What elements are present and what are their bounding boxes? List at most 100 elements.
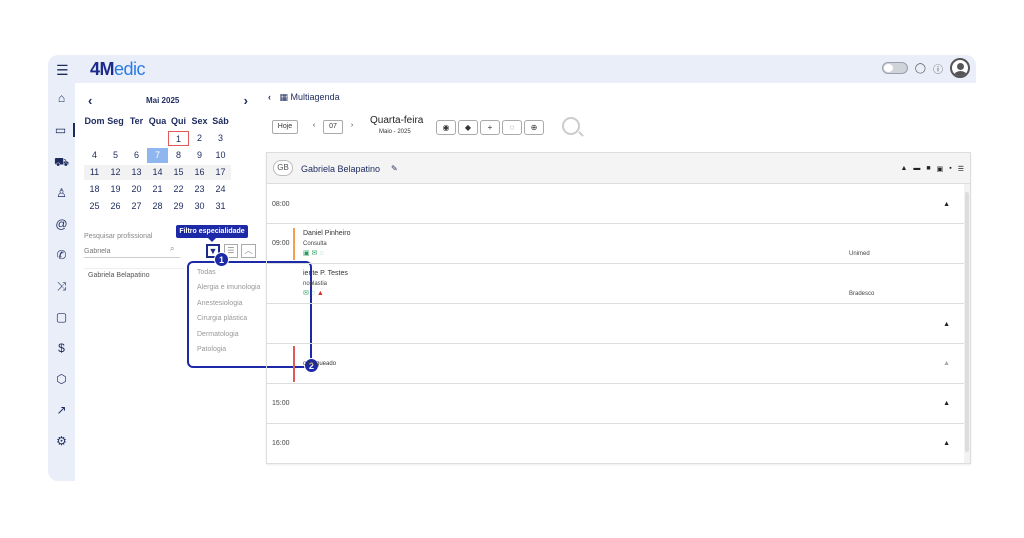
calendar-day[interactable]: 23 [189, 182, 210, 197]
edit-icon[interactable]: ✎ [391, 164, 398, 173]
back-icon[interactable]: ‹ [268, 92, 271, 102]
specialty-option[interactable]: Todas [197, 269, 216, 276]
tag-icon[interactable]: ◆ [458, 120, 478, 135]
calendar-day[interactable]: 24 [210, 182, 231, 197]
blocked-label: o bloqueado [303, 361, 337, 367]
calendar-day[interactable]: 9 [189, 148, 210, 163]
specialty-option[interactable]: Patologia [197, 346, 226, 353]
calendar-day[interactable]: 7 [147, 148, 168, 163]
menu-icon[interactable]: ☰ [56, 62, 69, 79]
calendar-day[interactable]: 12 [105, 165, 126, 180]
warning-icon[interactable]: ▲ [900, 165, 907, 173]
calendar-week: 18 19 20 21 22 23 24 [84, 181, 231, 198]
logo: 4Medic [90, 59, 146, 79]
dollar-icon[interactable]: $ [48, 341, 75, 355]
user-avatar[interactable] [950, 58, 970, 78]
prev-month-icon[interactable]: ‹ [88, 93, 92, 108]
time-slot[interactable]: ▲ [267, 304, 964, 344]
calendar-day[interactable]: 28 [147, 199, 168, 214]
lock-icon[interactable]: ▲ [943, 201, 950, 208]
time-slot[interactable]: iente P. Testes noplastia ✉ ◌ ▲ Bradesco [267, 264, 964, 304]
calendar-day[interactable]: 1 [168, 131, 189, 146]
home-icon[interactable]: ⌂ [48, 91, 75, 105]
add-icon[interactable]: + [480, 120, 500, 135]
calendar-day[interactable]: 25 [84, 199, 105, 214]
calendar-icon[interactable]: ▭ [48, 123, 75, 137]
calendar-day[interactable]: 6 [126, 148, 147, 163]
calendar-day[interactable]: 5 [105, 148, 126, 163]
calendar-day[interactable]: 26 [105, 199, 126, 214]
search-icon[interactable]: ⌕ [170, 244, 174, 254]
globe-icon[interactable]: ⊕ [524, 120, 544, 135]
chat-icon[interactable]: ◯ [915, 63, 926, 74]
box-icon[interactable]: ⬡ [48, 372, 75, 386]
print-icon[interactable]: ▬ [913, 165, 920, 173]
specialty-option[interactable]: Anestesiologia [197, 300, 243, 307]
calendar-day[interactable]: 14 [147, 165, 168, 180]
calendar-day[interactable]: 15 [168, 165, 189, 180]
car-icon[interactable]: ⛟ [48, 155, 75, 171]
patient-name[interactable]: Daniel Pinheiro [303, 230, 350, 237]
user-icon[interactable]: ♙ [48, 186, 75, 200]
calendar-day[interactable]: 17 [210, 165, 231, 180]
calendar-day[interactable]: 10 [210, 148, 231, 163]
today-button[interactable]: Hoje [272, 120, 298, 134]
collapse-button[interactable]: ︿ [241, 244, 256, 258]
calendar-day[interactable]: 22 [168, 182, 189, 197]
calendar-day[interactable]: 11 [84, 165, 105, 180]
calendar-day[interactable]: 31 [210, 199, 231, 214]
slot-time: 09:00 [272, 240, 290, 247]
theme-toggle[interactable] [881, 62, 908, 74]
specialty-option[interactable]: Dermatologia [197, 331, 239, 338]
search-icon[interactable] [562, 117, 580, 135]
calendar-day[interactable]: 29 [168, 199, 189, 214]
calendar-day[interactable]: 21 [147, 182, 168, 197]
eye-icon[interactable]: ◉ [436, 120, 456, 135]
professional-search-input[interactable] [84, 245, 180, 258]
whatsapp-icon[interactable]: ◌ [502, 120, 522, 135]
specialty-option[interactable]: Cirurgia plástica [197, 315, 247, 322]
time-slot[interactable]: o bloqueado ▲ [267, 344, 964, 384]
help-icon[interactable]: ⓘ [933, 61, 943, 76]
calendar-day[interactable]: 27 [126, 199, 147, 214]
lock-icon[interactable]: ▲ [943, 440, 950, 447]
lock-icon[interactable]: ▲ [943, 360, 950, 367]
agenda-scrollbar[interactable] [964, 184, 970, 463]
professional-name: Gabriela Belapatino [301, 164, 381, 174]
lock-icon[interactable]: ■ [926, 165, 930, 173]
next-month-icon[interactable]: › [244, 93, 248, 108]
list-icon[interactable]: ☰ [958, 165, 964, 173]
shuffle-icon[interactable]: ⤨ [48, 279, 75, 294]
chart-icon[interactable]: ↗ [48, 403, 75, 417]
at-icon[interactable]: @ [48, 217, 75, 231]
specialty-option[interactable]: Alergia e imunologia [197, 284, 260, 291]
next-day-icon[interactable]: › [346, 120, 358, 134]
time-slot[interactable]: 08:00 ▲ [267, 184, 964, 224]
time-slot[interactable]: 09:00 Daniel Pinheiro Consulta ▣ ✉ ◌ Uni… [267, 224, 964, 264]
phone-icon[interactable]: ✆ [48, 248, 75, 262]
clipboard-icon[interactable]: ▢ [48, 310, 75, 324]
calendar-day[interactable]: 2 [189, 131, 210, 146]
save-icon[interactable]: ▪ [949, 165, 951, 173]
printer-icon[interactable]: ▣ [937, 165, 944, 173]
time-slot[interactable]: 15:00 ▲ [267, 384, 964, 424]
calendar-day[interactable]: 18 [84, 182, 105, 197]
settings-icon[interactable]: ⚙ [48, 434, 75, 448]
calendar-day[interactable]: 20 [126, 182, 147, 197]
time-slot[interactable]: 16:00 ▲ [267, 424, 964, 463]
blocked-bar [293, 346, 295, 382]
calendar-day[interactable]: 19 [105, 182, 126, 197]
prev-day-icon[interactable]: ‹ [308, 120, 320, 134]
calendar-day[interactable]: 30 [189, 199, 210, 214]
lock-icon[interactable]: ▲ [943, 321, 950, 328]
patient-name[interactable]: iente P. Testes [303, 270, 348, 277]
calendar-day[interactable]: 8 [168, 148, 189, 163]
professional-list-item[interactable]: Gabriela Belapatino [88, 272, 150, 279]
day-number[interactable]: 07 [323, 120, 343, 134]
calendar-day[interactable]: 3 [210, 131, 231, 146]
calendar-day[interactable]: 13 [126, 165, 147, 180]
appointment-bar [293, 228, 295, 260]
lock-icon[interactable]: ▲ [943, 400, 950, 407]
calendar-day[interactable]: 4 [84, 148, 105, 163]
calendar-day[interactable]: 16 [189, 165, 210, 180]
